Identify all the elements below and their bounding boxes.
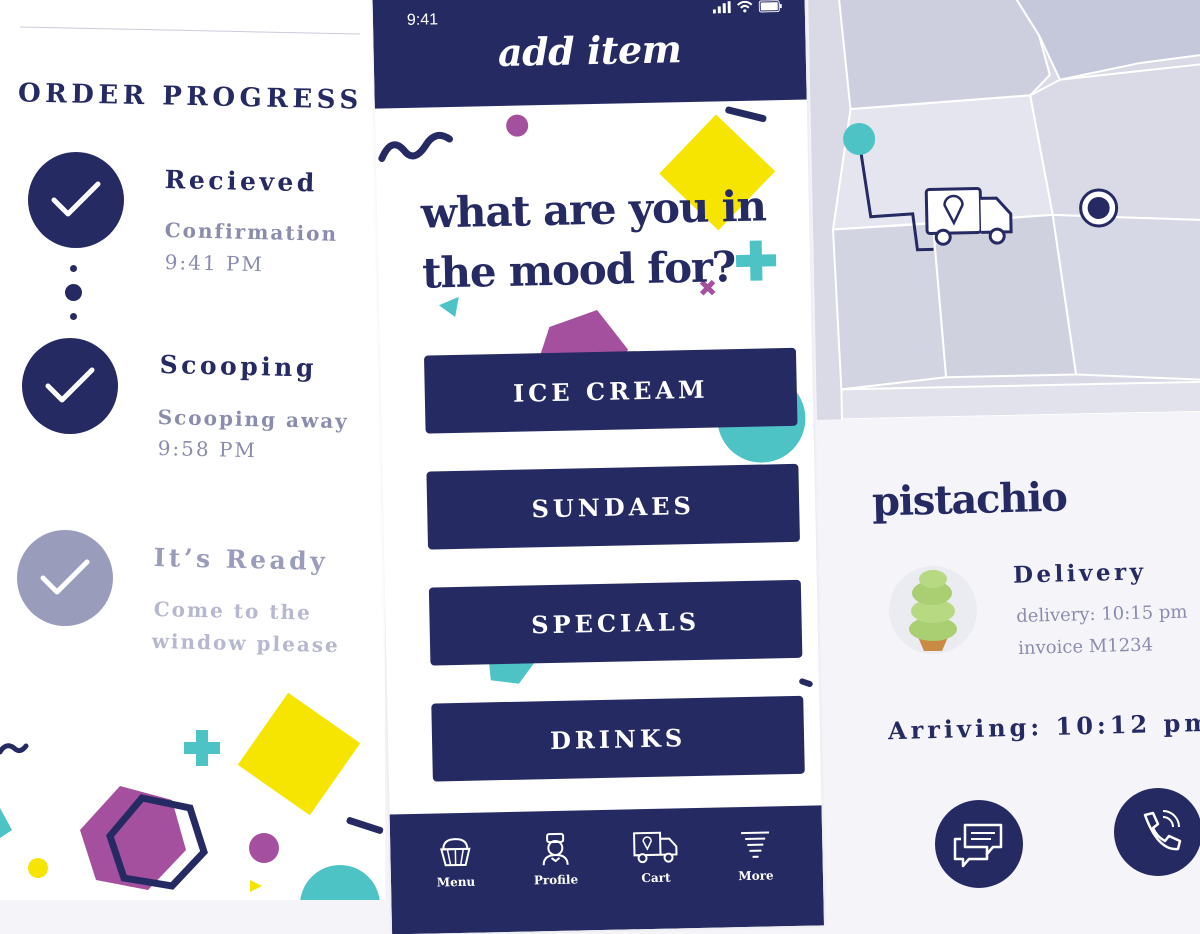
nav-label-menu: Menu	[436, 874, 476, 890]
more-icon	[741, 831, 770, 858]
nav-label-more: More	[738, 868, 774, 884]
nav-item-more[interactable]: More	[710, 826, 801, 884]
profile-icon	[542, 832, 569, 866]
chat-icon	[953, 823, 1003, 868]
order-progress-title: ORDER PROGRESS	[17, 78, 363, 116]
pistachio-ice-cream-image	[889, 566, 977, 654]
battery-icon	[758, 0, 782, 13]
nav-label-profile: Profile	[533, 872, 579, 888]
divider	[20, 26, 360, 35]
phone-icon	[1143, 810, 1182, 851]
confetti-decoration	[0, 692, 384, 900]
phone-add-item-screen: 9:41 add item what are you in the mood f…	[371, 0, 825, 934]
status-bar-time: 9:41	[406, 11, 439, 29]
invoice-number: invoice M1234	[1018, 634, 1154, 659]
step-subtitle-ready-line1: Come to the	[153, 597, 313, 625]
header-title: add item	[497, 26, 682, 76]
delivery-title: Delivery	[1012, 558, 1147, 589]
mood-heading-line1: what are you in	[420, 181, 767, 238]
nav-item-profile[interactable]: Profile	[510, 830, 601, 888]
mood-heading-line2: the mood for?	[421, 242, 736, 298]
status-bar-icons	[712, 0, 783, 14]
category-button-sundaes[interactable]: SUNDAES	[426, 463, 800, 550]
step-title-scooping: Scooping	[159, 350, 318, 383]
step-subtitle-received: Confirmation	[164, 218, 339, 246]
mood-heading: what are you in the mood for?	[420, 176, 782, 304]
call-button[interactable]	[1114, 788, 1200, 876]
step-time-scooping: 9:58 PM	[157, 436, 258, 463]
ready-check-icon	[17, 530, 113, 626]
step-subtitle-scooping: Scooping away	[157, 405, 350, 434]
message-button[interactable]	[935, 800, 1023, 888]
nav-item-cart[interactable]: Cart	[610, 828, 701, 886]
signal-icon	[712, 1, 731, 14]
delivery-time: delivery: 10:15 pm	[1016, 601, 1188, 627]
category-button-specials[interactable]: SPECIALS	[428, 579, 803, 666]
progress-dot	[70, 265, 77, 272]
step-time-received: 9:41 PM	[164, 250, 265, 277]
wifi-icon	[737, 0, 753, 13]
step-subtitle-ready-line2: window please	[151, 629, 341, 658]
bottom-navigation: Menu Profile Cart More	[389, 805, 825, 934]
arriving-time: Arriving: 10:12 pm	[887, 707, 1200, 746]
category-button-drinks[interactable]: DRINKS	[431, 695, 805, 782]
step-title-received: Recieved	[164, 165, 319, 198]
truck-icon	[633, 831, 678, 864]
ice-cream-scoops-icon	[909, 570, 957, 651]
flavor-title: pistachio	[871, 473, 1068, 526]
progress-dot	[65, 284, 82, 301]
received-check-icon	[28, 152, 124, 248]
scooping-check-icon	[22, 338, 118, 434]
category-button-ice-cream[interactable]: ICE CREAM	[423, 347, 798, 434]
nav-label-cart: Cart	[641, 870, 671, 886]
ice-cream-cup-icon	[440, 838, 471, 867]
order-progress-panel: ORDER PROGRESS Recieved Confirmation 9:4…	[0, 0, 385, 900]
progress-dot	[70, 313, 77, 320]
delivery-map[interactable]	[808, 0, 1200, 420]
delivery-truck-icon	[924, 186, 1013, 246]
nav-item-menu[interactable]: Menu	[410, 832, 501, 890]
step-title-ready: It’s Ready	[153, 543, 329, 576]
